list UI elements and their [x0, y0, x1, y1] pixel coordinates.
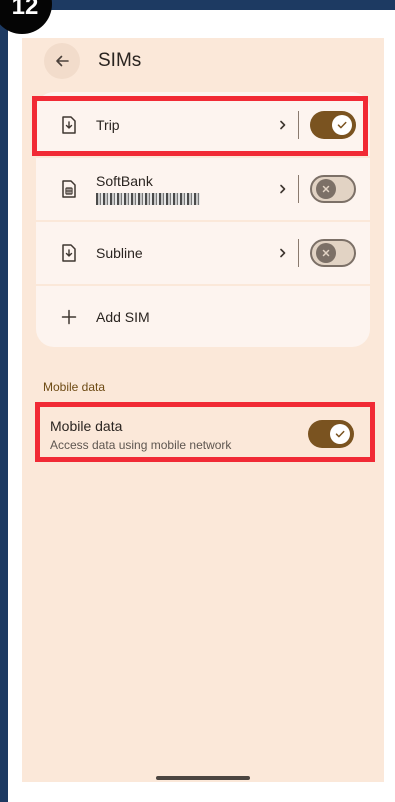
sim-item-label: SoftBank — [96, 173, 153, 189]
check-icon — [337, 121, 347, 129]
sim-item-softbank[interactable]: SoftBank — [36, 158, 370, 220]
close-icon — [322, 249, 330, 257]
sims-settings-screen: SIMs Trip SoftBank Subline Add SIM Mobil… — [22, 38, 384, 782]
toggle-knob — [330, 424, 350, 444]
sim-toggle-trip[interactable] — [310, 111, 356, 139]
add-sim-label: Add SIM — [96, 309, 150, 325]
sim-toggle-softbank[interactable] — [310, 175, 356, 203]
sim-card-download-icon — [62, 116, 76, 134]
close-icon — [322, 185, 330, 193]
chevron-right-icon — [280, 248, 286, 258]
toggle-knob — [332, 115, 352, 135]
add-sim-text: Add SIM — [96, 286, 150, 347]
redacted-phone-number — [96, 193, 200, 205]
sim-item-trip[interactable]: Trip — [36, 94, 370, 156]
sim-item-text: Subline — [96, 222, 143, 284]
arrow-back-icon — [56, 55, 69, 67]
sim-item-text: SoftBank — [96, 158, 200, 220]
page-title: SIMs — [98, 50, 142, 71]
sim-card-chip-icon — [62, 180, 76, 198]
sim-item-subline[interactable]: Subline — [36, 222, 370, 284]
step-number: 12 — [11, 0, 39, 20]
mobile-data-row[interactable]: Mobile data Access data using mobile net… — [36, 406, 370, 470]
add-sim-button[interactable]: Add SIM — [36, 286, 370, 347]
sim-item-label: Subline — [96, 245, 143, 261]
section-header-mobile-data: Mobile data — [43, 380, 106, 394]
vertical-divider — [298, 111, 299, 139]
vertical-divider — [298, 175, 299, 203]
sim-item-label: Trip — [96, 117, 120, 133]
chevron-right-icon — [280, 120, 286, 130]
sim-toggle-subline[interactable] — [310, 239, 356, 267]
toggle-knob — [316, 243, 336, 263]
mobile-data-toggle[interactable] — [308, 420, 354, 448]
mobile-data-description: Access data using mobile network — [50, 438, 232, 452]
mobile-data-title: Mobile data — [50, 418, 123, 434]
top-app-bar: SIMs — [44, 38, 141, 84]
frame-top-border — [0, 0, 395, 10]
sim-list-card: Trip SoftBank Subline Add SIM — [36, 92, 370, 347]
check-icon — [335, 430, 345, 438]
sim-card-download-icon — [62, 244, 76, 262]
plus-icon — [61, 309, 77, 325]
chevron-right-icon — [280, 184, 286, 194]
toggle-knob — [316, 179, 336, 199]
vertical-divider — [298, 239, 299, 267]
back-button[interactable] — [44, 43, 80, 79]
sim-item-text: Trip — [96, 94, 120, 156]
home-indicator[interactable] — [156, 776, 250, 780]
